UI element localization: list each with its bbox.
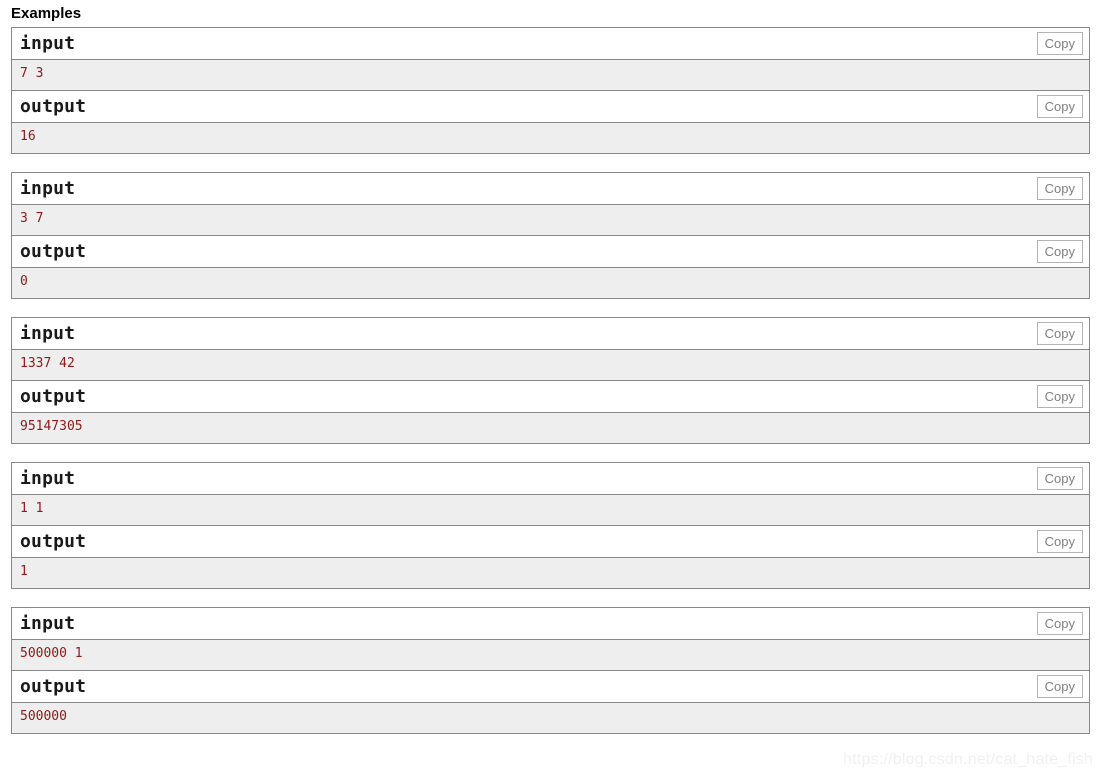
input-title-row: input Copy [12, 608, 1089, 640]
sample-test-block: input Copy 1337 42 output Copy 95147305 [11, 317, 1090, 444]
output-label: output [20, 530, 87, 552]
output-value: 0 [12, 268, 1089, 299]
input-value: 1337 42 [12, 350, 1089, 381]
copy-input-button[interactable]: Copy [1036, 467, 1083, 490]
input-title-row: input Copy [12, 463, 1089, 495]
input-title-row: input Copy [12, 173, 1089, 205]
output-title-row: output Copy [12, 381, 1089, 413]
copy-output-button[interactable]: Copy [1036, 675, 1083, 698]
input-title-row: input Copy [12, 28, 1089, 60]
input-label: input [20, 612, 76, 634]
copy-input-button[interactable]: Copy [1036, 322, 1083, 345]
copy-input-button[interactable]: Copy [1036, 612, 1083, 635]
output-label: output [20, 675, 87, 697]
input-value: 3 7 [12, 205, 1089, 236]
output-label: output [20, 95, 87, 117]
input-label: input [20, 467, 76, 489]
output-title-row: output Copy [12, 671, 1089, 703]
sample-test-block: input Copy 1 1 output Copy 1 [11, 462, 1090, 589]
watermark: https://blog.csdn.net/cat_hate_fish [843, 751, 1093, 768]
output-value: 16 [12, 123, 1089, 154]
input-label: input [20, 32, 76, 54]
copy-input-button[interactable]: Copy [1036, 32, 1083, 55]
output-value: 1 [12, 558, 1089, 589]
sample-test-block: input Copy 7 3 output Copy 16 [11, 27, 1090, 154]
output-title-row: output Copy [12, 526, 1089, 558]
output-label: output [20, 240, 87, 262]
input-value: 500000 1 [12, 640, 1089, 671]
sample-test-block: input Copy 500000 1 output Copy 500000 [11, 607, 1090, 734]
input-value: 1 1 [12, 495, 1089, 526]
output-title-row: output Copy [12, 91, 1089, 123]
output-value: 95147305 [12, 413, 1089, 444]
input-value: 7 3 [12, 60, 1089, 91]
copy-output-button[interactable]: Copy [1036, 385, 1083, 408]
output-value: 500000 [12, 703, 1089, 734]
sample-tests-container: input Copy 7 3 output Copy 16 input Copy… [0, 27, 1101, 734]
input-label: input [20, 177, 76, 199]
input-title-row: input Copy [12, 318, 1089, 350]
copy-input-button[interactable]: Copy [1036, 177, 1083, 200]
copy-output-button[interactable]: Copy [1036, 95, 1083, 118]
copy-output-button[interactable]: Copy [1036, 530, 1083, 553]
sample-test-block: input Copy 3 7 output Copy 0 [11, 172, 1090, 299]
copy-output-button[interactable]: Copy [1036, 240, 1083, 263]
output-title-row: output Copy [12, 236, 1089, 268]
examples-page: Examples input Copy 7 3 output Copy 16 i… [0, 0, 1101, 772]
page-title: Examples [11, 5, 82, 22]
output-label: output [20, 385, 87, 407]
input-label: input [20, 322, 76, 344]
